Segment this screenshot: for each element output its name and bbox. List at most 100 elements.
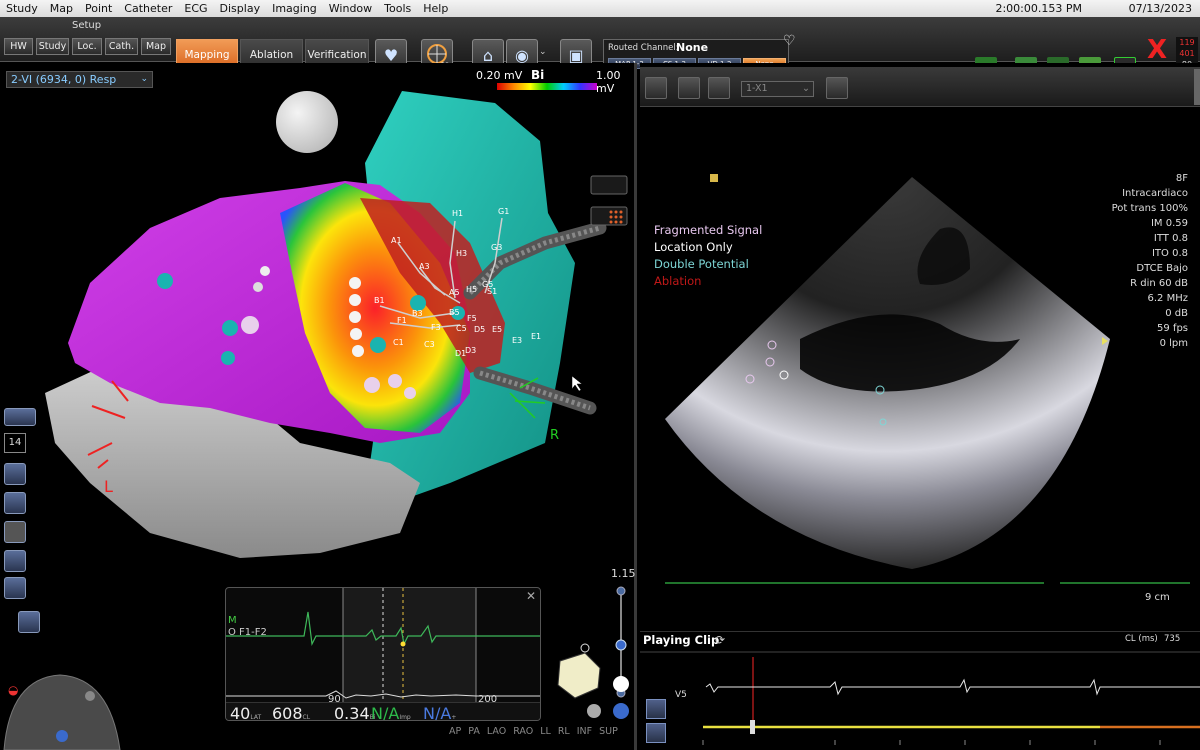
map-panel: H1 G1 A1 H3 G3 A3 A5 H5 G5 S1 B1 B3 B5 F… (0, 63, 637, 750)
ultrasound-image[interactable]: Fragmented Signal Location Only Double P… (640, 109, 1200, 629)
view-ap-button[interactable]: AP (449, 726, 461, 740)
ultrasound-source-select[interactable]: 1-X1 ⌄ (741, 81, 814, 97)
setup-hw-button[interactable]: HW (4, 38, 33, 55)
map-selector[interactable]: 2-VI (6934, 0) Resp ⌄ (6, 71, 153, 88)
menu-imaging[interactable]: Imaging (266, 2, 323, 15)
pencil-icon[interactable] (678, 77, 700, 99)
param-dtce: DTCE Bajo (1136, 263, 1188, 274)
view-pa-button[interactable]: PA (468, 726, 480, 740)
main-toolbar: Setup HW Study Loc. Cath. Map Mapping Ab… (0, 17, 1200, 73)
us-scrollbar[interactable] (1194, 69, 1200, 105)
clip-settings-icon[interactable] (646, 699, 666, 719)
electrode-F5: F5 (467, 314, 477, 323)
trace-lead-label: O F1-F2 (228, 627, 267, 638)
gear-tool-icon[interactable] (4, 521, 26, 543)
view-buttons: AP PA LAO RAO LL RL INF SUP (449, 726, 618, 740)
electrode-D3: D3 (465, 346, 476, 355)
electrode-E5: E5 (492, 325, 502, 334)
chevron-down-icon: ⌄ (140, 74, 148, 84)
lat-value: 40LAT (230, 704, 262, 721)
ultrasound-mode-icon[interactable] (645, 77, 667, 99)
voltage-color-bar[interactable] (497, 83, 597, 90)
electrode-C5: C5 (456, 324, 467, 333)
source-chevron-icon: ⌄ (802, 83, 810, 94)
param-im: IM 0.59 (1150, 218, 1188, 229)
menu-catheter[interactable]: Catheter (118, 2, 178, 15)
view-lao-button[interactable]: LAO (487, 726, 506, 740)
ultrasound-ecg-trace (640, 651, 1200, 745)
electrode-S1: S1 (487, 287, 497, 296)
electrode-A1: A1 (391, 236, 402, 245)
bi-value: 0.34Bi (334, 704, 376, 721)
menu-point[interactable]: Point (79, 2, 118, 15)
clip-sync-icon[interactable] (646, 723, 666, 743)
menu-study[interactable]: Study (0, 2, 44, 15)
menu-map[interactable]: Map (44, 2, 79, 15)
electrode-F3: F3 (431, 323, 441, 332)
view-reset-button[interactable] (587, 704, 601, 718)
menu-window[interactable]: Window (323, 2, 378, 15)
electrode-G3: G3 (491, 243, 502, 252)
menu-display[interactable]: Display (214, 2, 267, 15)
menu-ecg[interactable]: ECG (178, 2, 213, 15)
menu-bar: Study Map Point Catheter ECG Display Ima… (0, 0, 1200, 17)
timeline-handle[interactable] (750, 720, 755, 734)
orientation-label-right: R (550, 428, 560, 443)
electrode-H5: H5 (466, 285, 477, 294)
camera-dropdown-icon[interactable]: ⌄ (539, 47, 547, 57)
signal-stats-bar: 40LAT 608CL 0.34Bi N/AImp N/A+ (226, 702, 540, 721)
signal-popup-trace (226, 588, 540, 702)
param-lpm: 0 lpm (1159, 338, 1188, 349)
view-rao-button[interactable]: RAO (513, 726, 533, 740)
view-ll-button[interactable]: LL (540, 726, 551, 740)
setup-study-button[interactable]: Study (36, 38, 69, 55)
imp-value: N/AImp (371, 704, 411, 721)
tool-count-box: 14 (4, 433, 26, 453)
heart-routing-icon[interactable]: ♡ (783, 33, 796, 49)
heart-orientation-icon[interactable] (557, 652, 601, 699)
param-intracardiaco: Intracardiaco (1122, 188, 1188, 199)
joystick-down-icon[interactable] (56, 730, 68, 742)
param-8f: 8F (1175, 173, 1188, 184)
electrode-C1: C1 (393, 338, 404, 347)
heart-orientation-ring (580, 643, 590, 653)
red-logo-icon: ◒ (8, 683, 19, 697)
view-rl-button[interactable]: RL (558, 726, 570, 740)
paint-tool-icon[interactable] (4, 492, 26, 514)
view-rotate-button[interactable] (613, 703, 629, 719)
pointer-heart-icon[interactable] (4, 577, 26, 599)
zoom-in-button[interactable] (616, 586, 626, 596)
heart-probe-icon[interactable] (826, 77, 848, 99)
param-r-din: R din 60 dB (1130, 278, 1188, 289)
setup-cath-button[interactable]: Cath. (105, 38, 138, 55)
param-fps: 59 fps (1157, 323, 1188, 334)
menu-help[interactable]: Help (417, 2, 454, 15)
settings-icon[interactable] (708, 77, 730, 99)
vital-1: 119 (1179, 38, 1195, 47)
scale-min-label: 0.20 mV (476, 69, 523, 82)
setup-loc-button[interactable]: Loc. (72, 38, 102, 55)
view-sup-button[interactable]: SUP (599, 726, 618, 740)
setup-label: Setup (72, 20, 102, 31)
joystick-close-icon[interactable] (85, 691, 95, 701)
setup-map-button[interactable]: Map (141, 38, 171, 55)
cl-value: 608CL (272, 704, 311, 721)
settings-gear-icon[interactable] (18, 611, 40, 633)
ultrasound-panel: 1-X1 ⌄ Fragmented Signal Location Only D… (640, 63, 1200, 750)
v5-trace (705, 678, 1200, 696)
catheter-list-button[interactable] (590, 175, 628, 195)
ablation-tag-icon[interactable] (4, 550, 26, 572)
close-icon[interactable]: ✕ (526, 589, 536, 603)
signal-popup[interactable]: M O F1-F2 ✕ 90 200 40LAT 608CL 0.34Bi N/… (225, 587, 541, 721)
catheter-heart-tool[interactable] (4, 408, 36, 426)
mouse-cursor-icon (571, 375, 583, 392)
scale-max-label: 1.00 mV (596, 69, 621, 95)
grid-tool-icon[interactable] (4, 463, 26, 485)
routed-channel-label: Routed Channel: (608, 43, 679, 53)
view-inf-button[interactable]: INF (577, 726, 592, 740)
zoom-slider-handle[interactable] (615, 639, 627, 651)
view-snapshot-button[interactable] (613, 676, 629, 692)
electrode-B3: B3 (412, 309, 423, 318)
ultrasound-sector-svg (665, 174, 1190, 584)
menu-tools[interactable]: Tools (378, 2, 417, 15)
